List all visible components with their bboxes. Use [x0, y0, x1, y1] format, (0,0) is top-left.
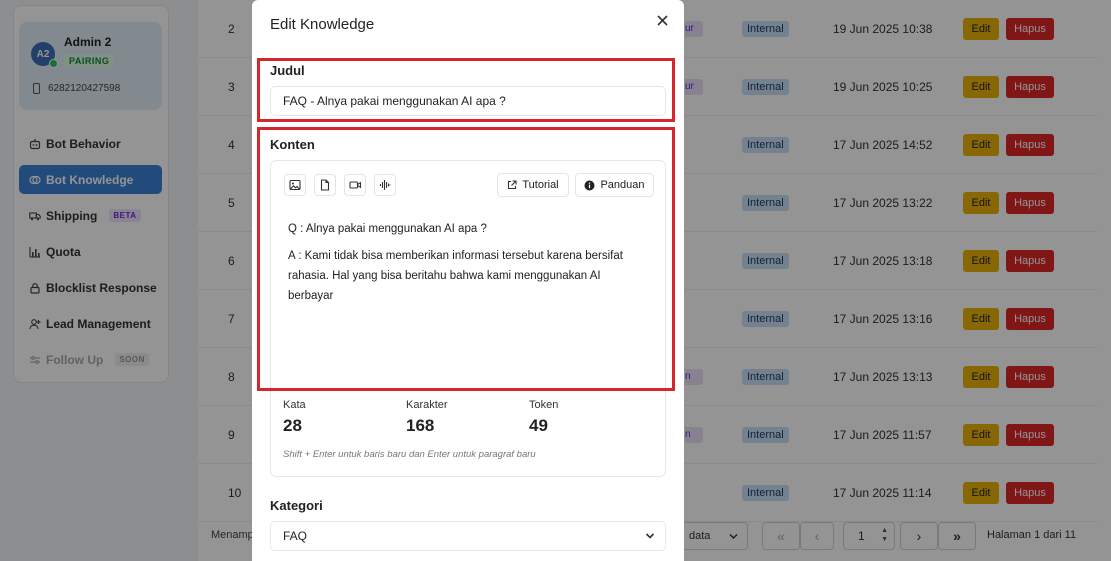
audio-waveform-icon	[379, 180, 391, 190]
stat-value: 28	[283, 416, 302, 435]
content-paragraph: A : Kami tidak bisa memberikan informasi…	[288, 250, 623, 302]
kategori-value: FAQ	[283, 529, 308, 543]
content-editor[interactable]: Tutorial Panduan Q : Alnya pakai menggun…	[270, 160, 666, 477]
judul-input[interactable]	[270, 86, 666, 116]
insert-image-button[interactable]	[284, 174, 306, 196]
stat-label: Token	[529, 399, 559, 411]
stat-value: 49	[529, 416, 548, 435]
tutorial-button[interactable]: Tutorial	[497, 173, 569, 197]
tutorial-label: Tutorial	[522, 179, 559, 191]
insert-video-button[interactable]	[344, 174, 366, 196]
close-icon	[656, 14, 668, 26]
chevron-down-icon	[645, 533, 655, 539]
kategori-select[interactable]: FAQ	[270, 521, 666, 551]
stat-value: 168	[406, 416, 435, 435]
external-link-icon	[508, 180, 517, 190]
edit-knowledge-modal: Edit Knowledge Judul Konten Tutorial Pan…	[252, 0, 684, 561]
info-icon	[584, 180, 595, 190]
panduan-button[interactable]: Panduan	[575, 173, 654, 197]
image-icon	[289, 179, 301, 191]
video-icon	[348, 181, 361, 189]
panduan-label: Panduan	[600, 179, 645, 191]
close-button[interactable]	[652, 10, 672, 30]
stat-label: Karakter	[406, 399, 448, 411]
modal-title: Edit Knowledge	[270, 16, 375, 33]
insert-document-button[interactable]	[314, 174, 336, 196]
stat-label: Kata	[283, 399, 306, 411]
editor-divider	[271, 389, 665, 390]
kategori-label: Kategori	[270, 498, 323, 513]
word-count-stat: Kata 28	[283, 399, 306, 436]
editor-hint: Shift + Enter untuk baris baru dan Enter…	[283, 449, 536, 460]
token-count-stat: Token 49	[529, 399, 558, 436]
char-count-stat: Karakter 168	[406, 399, 448, 436]
document-icon	[320, 179, 330, 191]
editor-content[interactable]: Q : Alnya pakai menggunakan AI apa ? A :…	[288, 219, 648, 313]
konten-label: Konten	[270, 137, 315, 152]
content-paragraph: Q : Alnya pakai menggunakan AI apa ?	[288, 223, 487, 235]
judul-label: Judul	[270, 63, 305, 78]
insert-audio-button[interactable]	[374, 174, 396, 196]
